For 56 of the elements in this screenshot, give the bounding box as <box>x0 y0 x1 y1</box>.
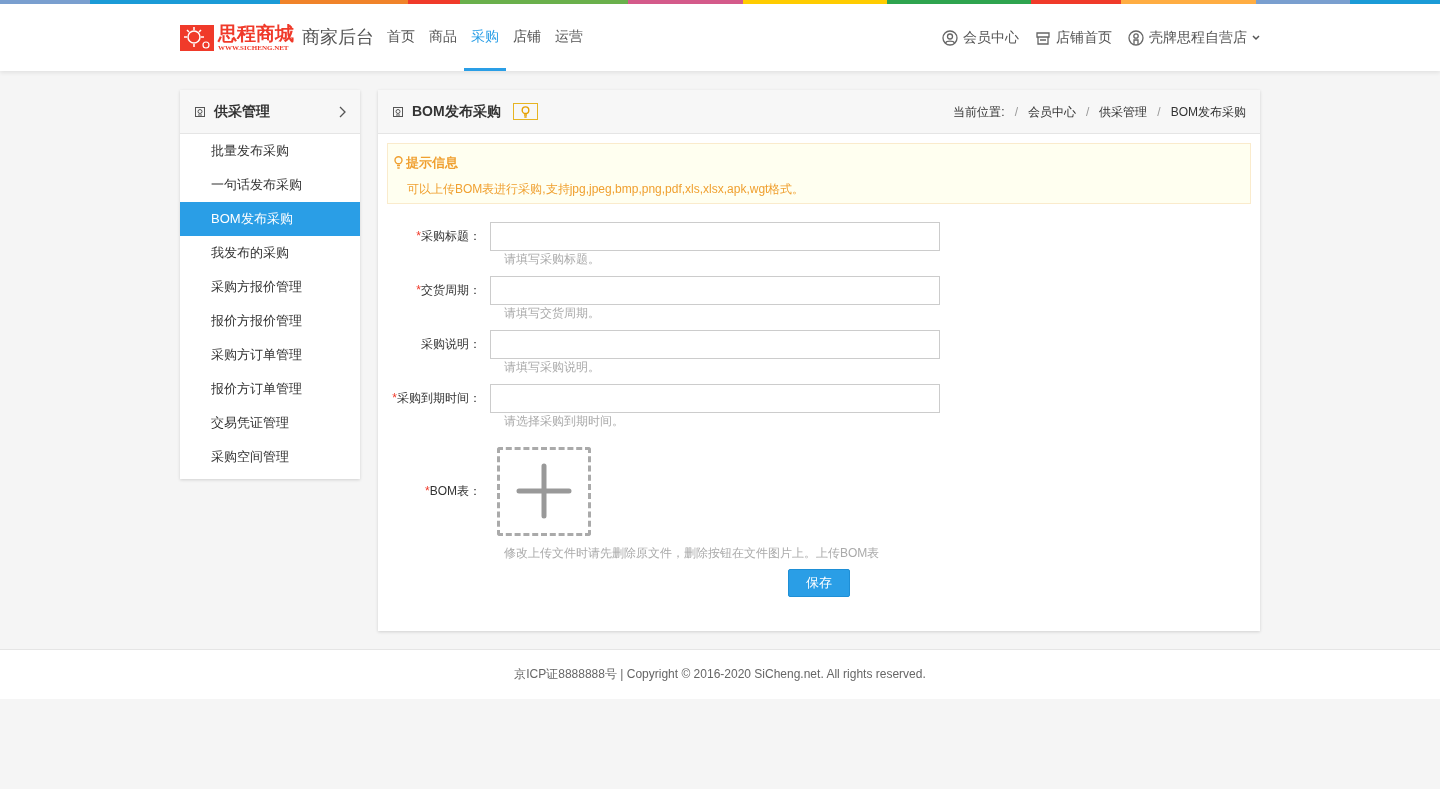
sidebar-item[interactable]: 报价方订单管理 <box>180 372 360 406</box>
sidebar-title: 供采管理 <box>214 102 270 121</box>
help-text: 请填写采购标题。 <box>504 250 601 268</box>
sidebar-item[interactable]: 采购方订单管理 <box>180 338 360 372</box>
sidebar-item[interactable]: 交易凭证管理 <box>180 406 360 440</box>
input-field[interactable] <box>490 383 940 413</box>
input-field[interactable] <box>490 329 940 359</box>
input-field[interactable] <box>490 221 940 251</box>
help-text: 请填写采购说明。 <box>504 358 601 376</box>
breadcrumb-separator: / <box>1157 103 1161 121</box>
sidebar-item[interactable]: 报价方报价管理 <box>180 304 360 338</box>
caret-icon <box>1252 34 1260 41</box>
breadcrumb-separator: / <box>1085 103 1090 121</box>
sidebar-item[interactable]: 一句话发布采购 <box>180 168 360 202</box>
shop-icon <box>1035 29 1051 46</box>
field-label: *交货周期： <box>415 282 481 299</box>
header-title: 商家后台 <box>302 26 374 49</box>
upload-box[interactable] <box>497 446 591 536</box>
nav-tab[interactable]: 商品 <box>422 4 464 71</box>
field-label: 采购说明： <box>420 336 481 353</box>
breadcrumb-separator: / <box>1014 103 1018 121</box>
header-link[interactable]: 会员中心 <box>942 27 1019 48</box>
notice-title: 提示信息 <box>406 154 458 172</box>
header-link[interactable]: 壳牌思程自营店 <box>1128 27 1260 48</box>
footer-text: 京ICP证8888888号 | Copyright © 2016-2020 SiCheng.net. All rights reserved. <box>514 666 926 683</box>
breadcrumb-link[interactable]: 会员中心 <box>1027 102 1076 121</box>
sidebar-item[interactable]: 我发布的采购 <box>180 236 360 270</box>
bulb-icon <box>394 156 403 170</box>
logo-icon <box>180 24 214 51</box>
field-label: *采购标题： <box>415 228 481 245</box>
help-text: 请填写交货周期。 <box>504 304 601 322</box>
sidebar-item[interactable]: 采购空间管理 <box>180 440 360 474</box>
user-icon <box>942 29 958 46</box>
help-text: 请选择采购到期时间。 <box>504 412 625 430</box>
plus-icon <box>516 463 572 519</box>
help-text: 修改上传文件时请先删除原文件，删除按钮在文件图片上。上传BOM表 <box>504 544 881 562</box>
panel-icon <box>392 105 404 118</box>
panel-icon <box>194 105 206 118</box>
field-label: *BOM表： <box>424 483 481 500</box>
header-link[interactable]: 店铺首页 <box>1035 27 1112 48</box>
sidebar-item[interactable]: 采购方报价管理 <box>180 270 360 304</box>
nav-tab[interactable]: 店铺 <box>506 4 548 71</box>
panel-title: BOM发布采购 <box>412 102 501 121</box>
nav-tab[interactable]: 首页 <box>380 4 422 71</box>
notice-text: 可以上传BOM表进行采购,支持jpg,jpeg,bmp,png,pdf,xls,xlsx,apk,wgt格式。 <box>406 180 806 198</box>
nav-tab[interactable]: 运营 <box>548 4 590 71</box>
user-icon <box>1128 29 1144 46</box>
input-field[interactable] <box>490 275 940 305</box>
sidebar-item[interactable]: 批量发布采购 <box>180 134 360 168</box>
breadcrumb-link[interactable]: 供采管理 <box>1099 102 1148 121</box>
field-label: *采购到期时间： <box>391 390 481 407</box>
breadcrumb-label: 当前位置: <box>953 103 1005 121</box>
logo-text: 思程商城 <box>218 23 294 44</box>
chevron-icon <box>339 105 346 118</box>
bulb-icon <box>520 105 530 118</box>
breadcrumb-current: BOM发布采购 <box>1170 103 1246 121</box>
